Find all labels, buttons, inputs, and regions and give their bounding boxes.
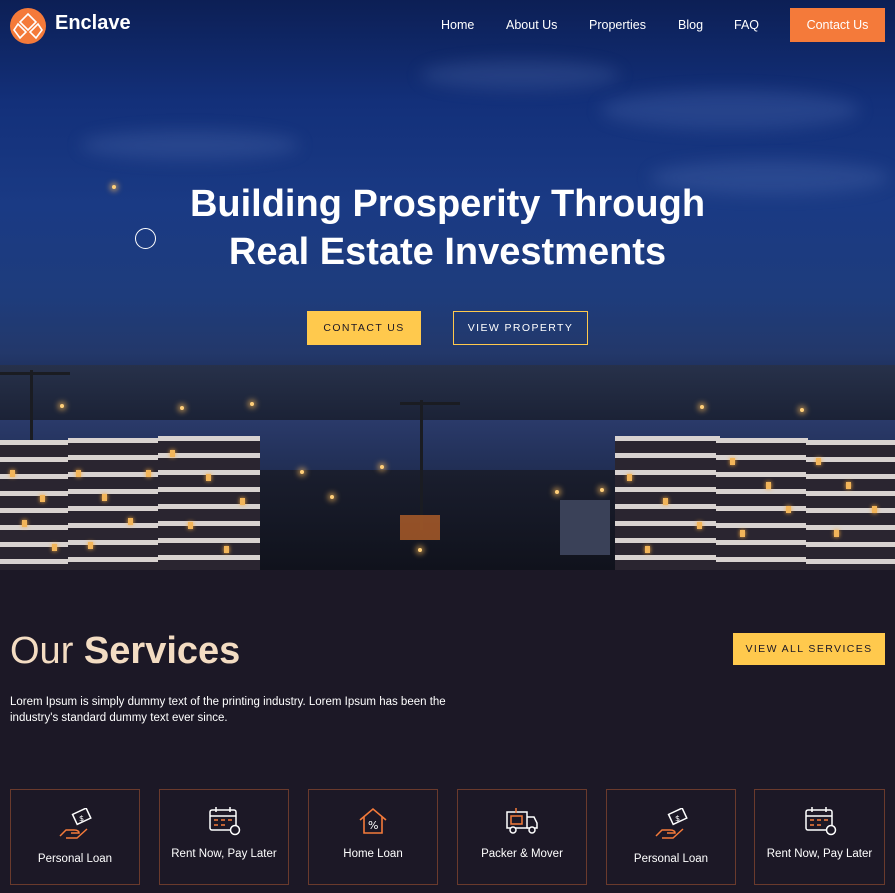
contact-us-button[interactable]: Contact Us (790, 8, 885, 42)
city-light (60, 404, 64, 408)
city-light (700, 405, 704, 409)
far-shore (0, 365, 895, 420)
city-light (418, 548, 422, 552)
slider-indicator-icon[interactable] (135, 228, 156, 249)
service-card-rent-now-pay-later[interactable]: Rent Now, Pay Later (754, 789, 885, 885)
svg-text:$: $ (79, 814, 84, 823)
apartment-building (716, 438, 808, 570)
hero-title-line-2: Real Estate Investments (228, 231, 667, 273)
svg-text:$: $ (675, 814, 680, 823)
services-heading-light: Our (10, 630, 74, 672)
crane-arm (0, 372, 70, 375)
calendar-payment-icon (802, 806, 838, 840)
city-light (380, 465, 384, 469)
cloud (600, 90, 860, 130)
city-light (800, 408, 804, 412)
hero-contact-us-button[interactable]: CONTACT US (307, 311, 421, 345)
service-card-personal-loan[interactable]: $ Personal Loan (10, 789, 140, 885)
calendar-payment-icon (206, 806, 242, 840)
city-light (555, 490, 559, 494)
svg-text:%: % (368, 819, 378, 832)
services-heading: Our Services (10, 630, 240, 673)
apartment-building (68, 438, 160, 570)
services-heading-bold: Services (83, 630, 241, 672)
apartment-building (806, 440, 895, 570)
moving-truck-icon (504, 806, 540, 840)
cloud (420, 60, 620, 90)
service-card-label: Home Loan (343, 848, 403, 860)
service-card-label: Personal Loan (37, 853, 113, 865)
hand-money-icon: $ (57, 807, 93, 846)
hero-title: Building Prosperity Through Real Estate … (0, 180, 895, 276)
crane (420, 400, 423, 530)
service-card-home-loan[interactable]: % Home Loan (308, 789, 438, 885)
service-card-label: Personal Loan (633, 853, 709, 865)
apartment-building (615, 436, 720, 570)
services-description: Lorem Ipsum is simply dummy text of the … (10, 696, 446, 724)
enclave-logo-icon[interactable] (10, 8, 46, 44)
house-percent-icon: % (357, 806, 389, 840)
nav-link-properties[interactable]: Properties (589, 18, 646, 32)
hero-title-line-1: Building Prosperity Through (189, 183, 706, 225)
lit-building (400, 515, 440, 540)
city-light (180, 406, 184, 410)
service-card-rent-now-pay-later[interactable]: Rent Now, Pay Later (159, 789, 289, 885)
apartment-building (158, 436, 260, 570)
hand-money-icon: $ (653, 807, 689, 846)
city-light (600, 488, 604, 492)
crane-arm (400, 402, 460, 405)
nav-link-faq[interactable]: FAQ (734, 18, 759, 32)
service-card-label: Rent Now, Pay Later (766, 848, 873, 860)
top-navigation: Enclave Home About Us Properties Blog FA… (0, 0, 895, 52)
city-light (250, 402, 254, 406)
building (560, 500, 610, 555)
nav-link-about-us[interactable]: About Us (506, 18, 557, 32)
nav-link-home[interactable]: Home (441, 18, 474, 32)
view-all-services-button[interactable]: VIEW ALL SERVICES (733, 633, 885, 665)
apartment-building (0, 440, 70, 570)
service-card-label: Packer & Mover (481, 848, 563, 860)
nav-link-blog[interactable]: Blog (678, 18, 703, 32)
service-card-label: Rent Now, Pay Later (171, 848, 277, 860)
cloud (80, 130, 300, 160)
brand-name[interactable]: Enclave (55, 12, 131, 35)
view-property-button[interactable]: VIEW PROPERTY (453, 311, 588, 345)
city-light (300, 470, 304, 474)
service-card-packer-mover[interactable]: Packer & Mover (457, 789, 587, 885)
service-card-personal-loan[interactable]: $ Personal Loan (606, 789, 736, 885)
hero-banner (0, 0, 895, 570)
city-light (330, 495, 334, 499)
